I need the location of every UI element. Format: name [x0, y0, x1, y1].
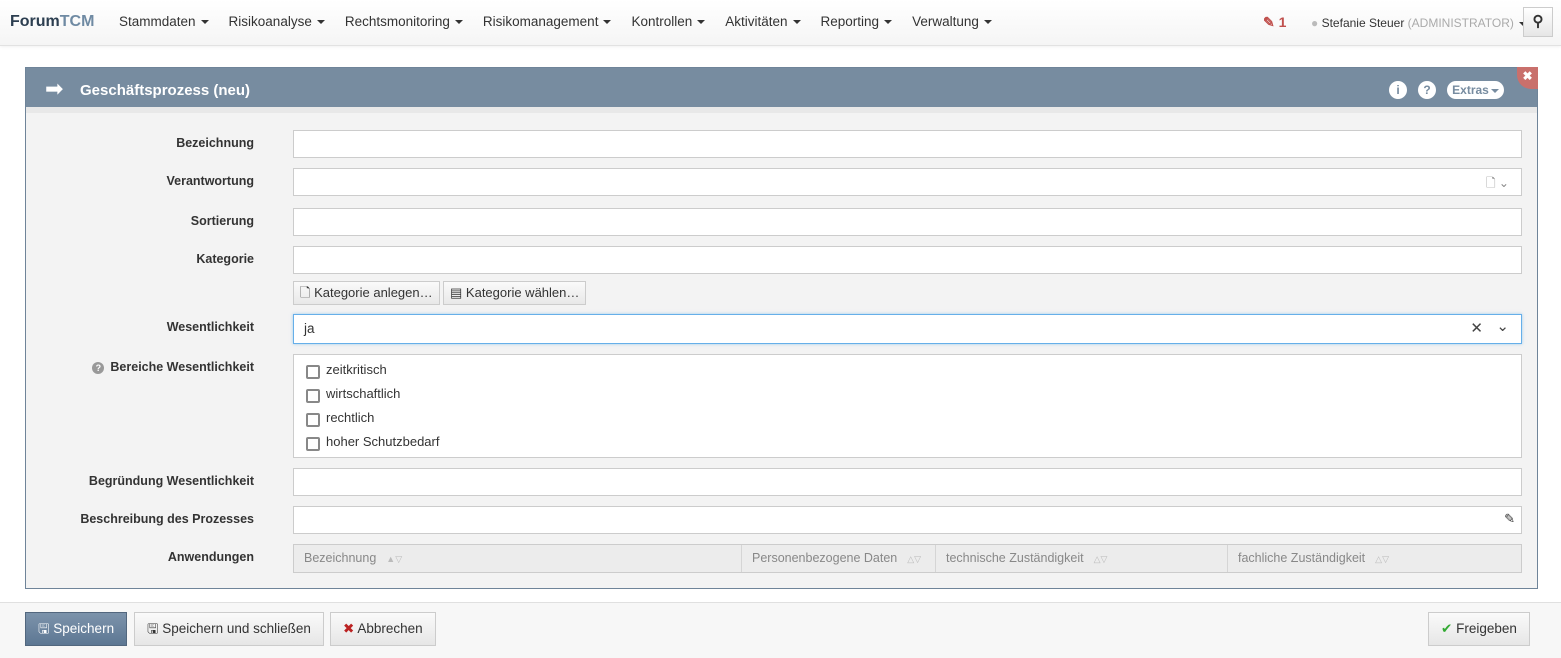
begruendung-input[interactable]: [293, 468, 1522, 496]
verantwortung-select[interactable]: 🗋 ⌄: [293, 168, 1522, 196]
brand-logo[interactable]: ForumTCM: [10, 13, 94, 31]
list-icon: ▤: [450, 285, 463, 300]
help-icon[interactable]: ?: [1418, 81, 1436, 99]
caret-down-icon: [983, 20, 992, 25]
checkbox-hoher-schutzbedarf[interactable]: hoher Schutzbedarf: [294, 429, 1521, 453]
caret-down-icon: [884, 20, 893, 25]
kategorie-input[interactable]: [293, 246, 1522, 274]
save-close-icon: 🖫: [147, 621, 159, 636]
check-icon: ✔: [1441, 621, 1453, 636]
sort-icon: △▽: [1093, 554, 1108, 564]
user-icon: ●: [1311, 16, 1319, 30]
help-icon[interactable]: ?: [92, 362, 105, 374]
label-sortierung: Sortierung: [190, 214, 254, 228]
chevron-down-icon[interactable]: ⌄: [1496, 317, 1509, 335]
notifications-link[interactable]: ✎ 1: [1263, 14, 1286, 31]
sort-icon: ▲▽: [386, 554, 403, 564]
panel-title: Geschäftsprozess (neu): [80, 82, 251, 99]
column-fachliche-zustaendigkeit[interactable]: fachliche Zuständigkeit △▽: [1228, 545, 1521, 572]
label-bereiche: ? Bereiche Wesentlichkeit: [92, 360, 254, 374]
beschreibung-input[interactable]: ✎: [293, 506, 1522, 534]
main-menu: Stammdaten Risikoanalyse Rechtsmonitorin…: [119, 14, 1012, 29]
menu-rechtsmonitoring[interactable]: Rechtsmonitoring: [345, 14, 463, 29]
menu-aktivitaeten[interactable]: Aktivitäten: [725, 14, 801, 29]
label-begruendung: Begründung Wesentlichkeit: [88, 474, 254, 488]
save-icon: 🖫: [38, 621, 50, 636]
extras-button[interactable]: Extras: [1447, 81, 1504, 99]
panel-header: ➡ Geschäftsprozess (neu) i ? Extras ✖: [26, 67, 1538, 113]
column-bezeichnung[interactable]: Bezeichnung ▲▽: [294, 545, 742, 572]
column-personenbezogene-daten[interactable]: Personenbezogene Daten △▽: [742, 545, 936, 572]
label-kategorie: Kategorie: [196, 252, 254, 266]
document-chevron-icon[interactable]: 🗋 ⌄: [1486, 174, 1509, 195]
caret-down-icon: [697, 20, 706, 25]
cancel-button[interactable]: ✖ Abbrechen: [330, 612, 436, 646]
bezeichnung-input[interactable]: [293, 130, 1522, 158]
menu-reporting[interactable]: Reporting: [821, 14, 893, 29]
kategorie-anlegen-button[interactable]: 🗋 Kategorie anlegen…: [293, 281, 440, 305]
caret-down-icon: [316, 20, 325, 25]
checkbox-rechtlich[interactable]: rechtlich: [294, 405, 1521, 429]
label-beschreibung: Beschreibung des Prozesses: [80, 512, 254, 526]
caret-down-icon: [603, 20, 612, 25]
sort-icon: △▽: [1375, 554, 1389, 564]
label-wesentlichkeit: Wesentlichkeit: [166, 320, 254, 334]
caret-down-icon: [200, 20, 209, 25]
form-panel: ➡ Geschäftsprozess (neu) i ? Extras ✖ Be…: [25, 67, 1538, 589]
caret-down-icon: [792, 20, 801, 25]
sortierung-input[interactable]: [293, 208, 1522, 236]
pencil-icon: ✎: [1263, 14, 1275, 30]
arrow-right-icon: ➡: [45, 76, 64, 101]
kategorie-waehlen-button[interactable]: ▤ Kategorie wählen…: [443, 281, 587, 305]
info-icon[interactable]: i: [1389, 81, 1407, 99]
close-icon[interactable]: ✖: [1517, 67, 1538, 89]
edit-icon[interactable]: ✎: [1504, 511, 1515, 527]
footer-toolbar: 🖫 Speichern 🖫 Speichern und schließen ✖ …: [0, 602, 1561, 658]
checkbox-wirtschaftlich[interactable]: wirtschaftlich: [294, 381, 1521, 405]
release-button[interactable]: ✔ Freigeben: [1428, 612, 1530, 646]
column-technische-zustaendigkeit[interactable]: technische Zuständigkeit △▽: [936, 545, 1228, 572]
top-navbar: ForumTCM Stammdaten Risikoanalyse Rechts…: [0, 0, 1561, 46]
label-bezeichnung: Bezeichnung: [176, 136, 254, 150]
label-verantwortung: Verantwortung: [166, 174, 254, 188]
file-icon: 🗋: [300, 285, 311, 300]
checkbox-zeitkritisch[interactable]: zeitkritisch: [294, 357, 1521, 381]
menu-verwaltung[interactable]: Verwaltung: [912, 14, 992, 29]
bereiche-checkbox-group: zeitkritisch wirtschaftlich rechtlich ho…: [293, 354, 1522, 458]
anwendungen-table-header: Bezeichnung ▲▽ Personenbezogene Daten △▽ t…: [293, 544, 1522, 573]
sort-icon: △▽: [907, 554, 922, 564]
wesentlichkeit-select[interactable]: ja ✕ ⌄: [293, 314, 1522, 344]
search-icon: ⚲: [1532, 13, 1544, 30]
user-menu[interactable]: ● Stefanie Steuer (ADMINISTRATOR): [1311, 16, 1527, 30]
save-close-button[interactable]: 🖫 Speichern und schließen: [134, 612, 324, 646]
menu-stammdaten[interactable]: Stammdaten: [119, 14, 209, 29]
search-button[interactable]: ⚲: [1523, 7, 1553, 37]
close-icon: ✖: [343, 621, 355, 636]
clear-icon[interactable]: ✕: [1470, 319, 1483, 337]
label-anwendungen: Anwendungen: [167, 550, 254, 564]
caret-down-icon: [454, 20, 463, 25]
save-button[interactable]: 🖫 Speichern: [25, 612, 128, 646]
menu-kontrollen[interactable]: Kontrollen: [631, 14, 706, 29]
menu-risikoanalyse[interactable]: Risikoanalyse: [229, 14, 325, 29]
menu-risikomanagement[interactable]: Risikomanagement: [483, 14, 612, 29]
